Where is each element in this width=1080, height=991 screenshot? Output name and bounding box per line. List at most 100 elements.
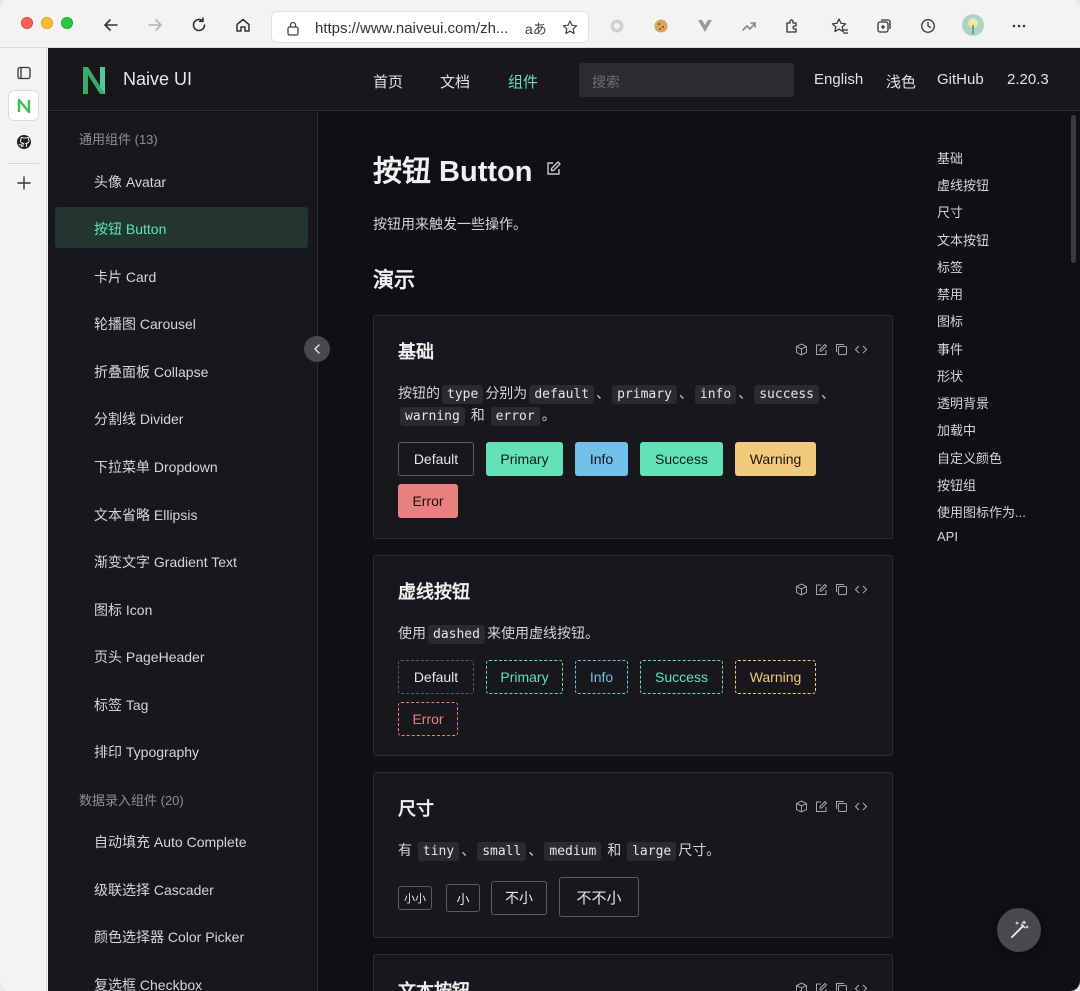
medium-button[interactable]: 不小 [491,881,547,915]
page-scrollbar[interactable] [1071,115,1076,263]
tab-actions-icon[interactable] [8,57,39,88]
info-button[interactable]: Info [575,442,628,476]
cube-icon[interactable] [794,799,808,813]
toc-item[interactable]: 虚线按钮 [937,175,989,194]
toc-item[interactable]: 标签 [937,257,963,276]
sidebar-item-divider[interactable]: 分割线 Divider [55,397,308,438]
edit-icon[interactable] [814,981,828,991]
back-icon[interactable] [100,14,122,36]
small-button[interactable]: 小 [446,884,480,912]
code-icon[interactable] [854,981,868,991]
favorites-icon[interactable] [830,16,850,36]
code-icon[interactable] [854,582,868,596]
profile-avatar-icon[interactable] [961,13,985,37]
address-bar[interactable]: https://www.naiveui.com/zh... aあ [271,11,589,43]
theme-toggle[interactable]: 浅色 [886,71,916,92]
sidebar-item-avatar[interactable]: 头像 Avatar [55,160,308,201]
edit-icon[interactable] [814,799,828,813]
cube-icon[interactable] [794,582,808,596]
sidebar-item-card[interactable]: 卡片 Card [55,255,308,296]
puzzle-icon[interactable] [782,16,802,36]
sidebar-item-cascader[interactable]: 级联选择 Cascader [55,868,308,909]
code-icon[interactable] [854,799,868,813]
dashed-warning-button[interactable]: Warning [735,660,816,694]
copy-icon[interactable] [834,981,848,991]
large-button[interactable]: 不不小 [559,877,639,917]
code-icon[interactable] [854,342,868,356]
tab-github-icon[interactable] [8,126,39,157]
sidebar-item-typography[interactable]: 排印 Typography [55,730,308,771]
cookie-icon[interactable] [651,16,671,36]
search-input[interactable]: 搜索 [579,63,794,97]
github-link[interactable]: GitHub [937,71,984,88]
sidebar-item-dropdown[interactable]: 下拉菜单 Dropdown [55,445,308,486]
maximize-window-button[interactable] [61,17,73,29]
language-toggle[interactable]: English [814,71,863,88]
home-icon[interactable] [232,14,254,36]
extension-icon[interactable] [607,16,627,36]
copy-icon[interactable] [834,799,848,813]
tab-naive-ui[interactable] [8,90,39,121]
sidebar-item-pageheader[interactable]: 页头 PageHeader [55,635,308,676]
toc-item[interactable]: 文本按钮 [937,230,989,249]
read-aloud-icon[interactable]: aあ [525,19,547,39]
nav-docs[interactable]: 文档 [440,71,470,92]
sidebar-item-icon[interactable]: 图标 Icon [55,588,308,629]
vue-devtools-icon[interactable] [695,16,715,36]
sidebar-collapse-button[interactable] [304,336,330,362]
brand-name[interactable]: Naive UI [123,69,192,90]
magic-wand-button[interactable] [997,908,1041,952]
dashed-default-button[interactable]: Default [398,660,474,694]
history-icon[interactable] [918,16,938,36]
toc-item[interactable]: 尺寸 [937,202,963,221]
toc-item[interactable]: 透明背景 [937,393,989,412]
copy-icon[interactable] [834,582,848,596]
dashed-error-button[interactable]: Error [398,702,458,736]
toc-item[interactable]: 按钮组 [937,475,976,494]
nav-home[interactable]: 首页 [373,71,403,92]
sidebar-item-tag[interactable]: 标签 Tag [55,683,308,724]
toc-item[interactable]: 图标 [937,311,963,330]
toc-item[interactable]: 事件 [937,339,963,358]
cube-icon[interactable] [794,342,808,356]
sidebar-item-collapse[interactable]: 折叠面板 Collapse [55,350,308,391]
default-button[interactable]: Default [398,442,474,476]
cube-icon[interactable] [794,981,808,991]
toc-item[interactable]: 使用图标作为... [937,502,1026,521]
toc-item[interactable]: 基础 [937,148,963,167]
toc-item[interactable]: 形状 [937,366,963,385]
sidebar-item-carousel[interactable]: 轮播图 Carousel [55,302,308,343]
error-button[interactable]: Error [398,484,458,518]
sidebar-item-color-picker[interactable]: 颜色选择器 Color Picker [55,915,308,956]
edit-on-github-icon[interactable] [545,160,562,177]
forward-icon[interactable] [144,14,166,36]
nav-components[interactable]: 组件 [508,71,538,92]
naive-ui-logo-icon[interactable] [80,64,108,96]
more-icon[interactable] [1009,16,1029,36]
collections-icon[interactable] [874,16,894,36]
dashed-primary-button[interactable]: Primary [486,660,563,694]
sidebar-item-auto-complete[interactable]: 自动填充 Auto Complete [55,820,308,861]
success-button[interactable]: Success [640,442,723,476]
toc-item[interactable]: 禁用 [937,284,963,303]
edit-icon[interactable] [814,582,828,596]
dashed-info-button[interactable]: Info [575,660,628,694]
new-tab-icon[interactable] [8,167,39,198]
warning-button[interactable]: Warning [735,442,816,476]
sidebar-item-ellipsis[interactable]: 文本省略 Ellipsis [55,493,308,534]
dashed-success-button[interactable]: Success [640,660,723,694]
toc-item[interactable]: API [937,529,958,544]
copy-icon[interactable] [834,342,848,356]
tiny-button[interactable]: 小小 [398,886,432,910]
add-favorite-icon[interactable] [561,19,579,40]
toc-item[interactable]: 自定义颜色 [937,448,1002,467]
close-window-button[interactable] [21,17,33,29]
trend-icon[interactable] [739,16,759,36]
edit-icon[interactable] [814,342,828,356]
version-selector[interactable]: 2.20.3 [1007,71,1049,88]
minimize-window-button[interactable] [41,17,53,29]
sidebar-item-checkbox[interactable]: 复选框 Checkbox [55,963,308,991]
reload-icon[interactable] [188,14,210,36]
sidebar-item-button[interactable]: 按钮 Button [55,207,308,248]
primary-button[interactable]: Primary [486,442,563,476]
